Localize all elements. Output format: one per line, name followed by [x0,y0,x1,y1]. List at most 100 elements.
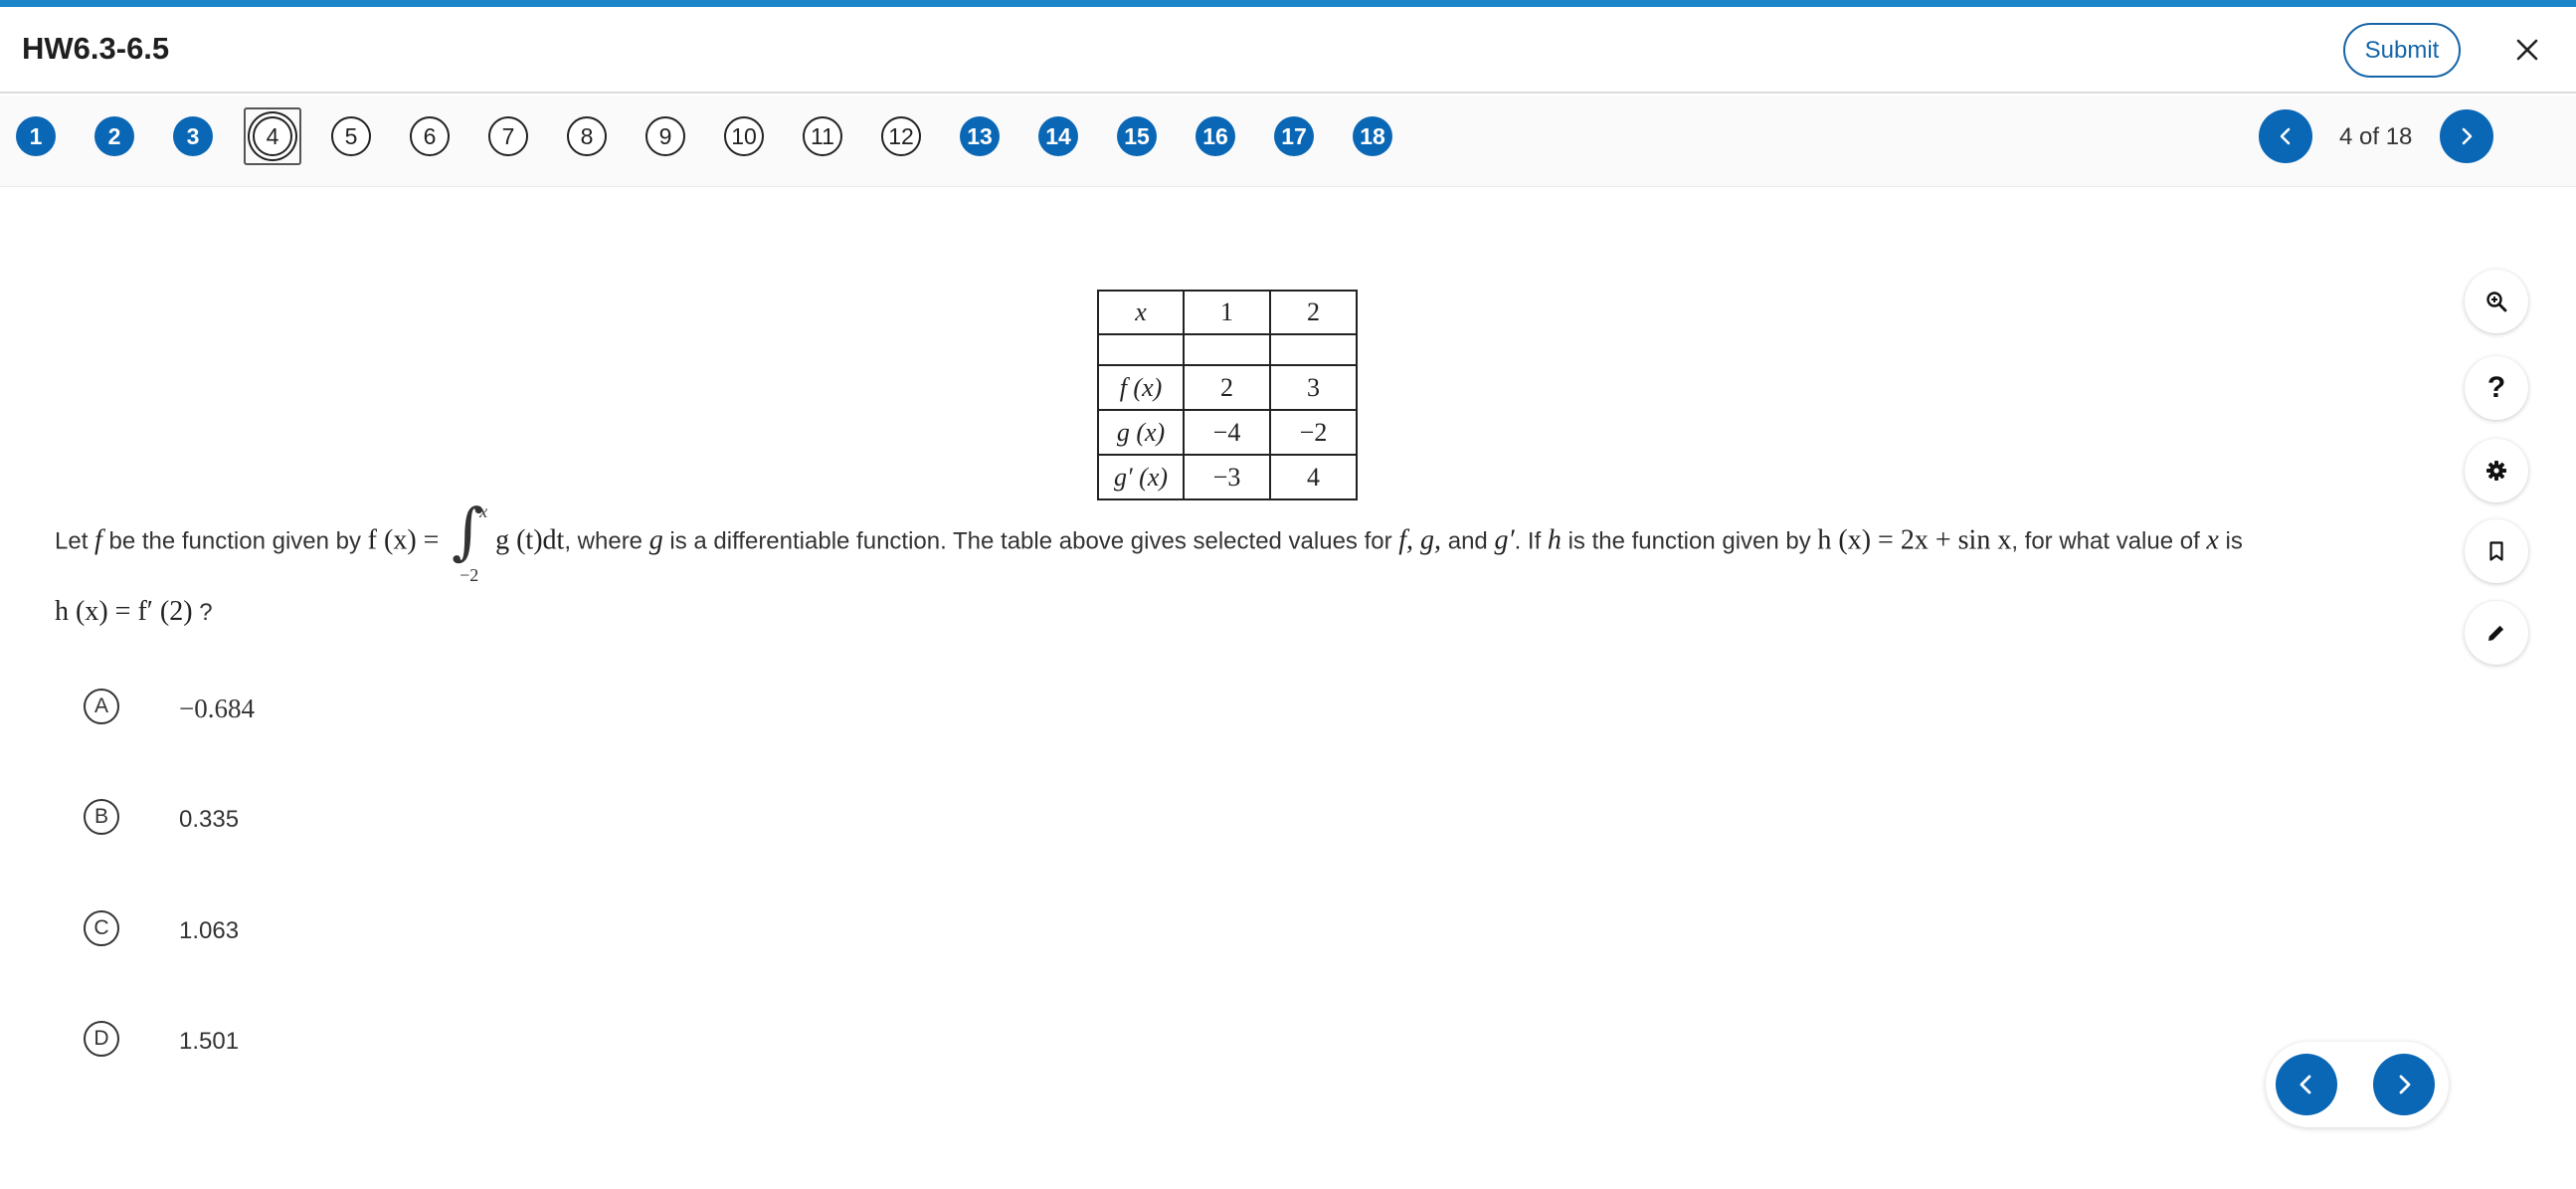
question-fragment: and [1441,527,1495,555]
table-cell [1269,333,1358,366]
close-icon[interactable] [2510,33,2544,67]
question-line-1: Let f be the function given by f (x) = ∫… [55,495,2243,585]
choice-value: −0.684 [179,694,255,723]
table-cell: 2 [1183,364,1271,411]
settings-icon [2486,461,2506,481]
choice-letter: C [84,910,119,946]
help-button[interactable]: ? [2465,356,2528,420]
table-cell: −4 [1183,409,1271,456]
choice-letter: D [84,1021,119,1057]
choice-value: 1.063 [179,917,240,944]
table-cell: x [1097,290,1185,335]
question-nav-3[interactable]: 3 [173,116,213,156]
question-nav-12[interactable]: 12 [881,116,921,156]
choice-value: 1.501 [179,1028,240,1055]
annotate-button[interactable] [2465,601,2528,665]
math-h-of-x: h (x) = 2x + sin x [1817,524,2012,556]
table-cell [1097,333,1185,366]
question-nav-6[interactable]: 6 [410,116,450,156]
table-row: g′ (x) −3 4 [1097,454,1358,500]
question-navigator: 1 2 3 4 5 6 7 8 9 10 11 12 13 14 15 16 1… [0,96,2576,187]
math-f: f [94,524,102,556]
chevron-right-icon [2399,1075,2411,1094]
question-nav-4[interactable]: 4 [253,116,292,156]
integral-upper-limit: x [479,501,488,521]
bottom-navigation [2266,1042,2449,1127]
question-nav-7[interactable]: 7 [488,116,528,156]
math-integrand: g (t)dt [495,524,565,556]
table-cell: g (x) [1097,409,1185,456]
question-fragment: ? [192,599,213,626]
question-nav-15[interactable]: 15 [1117,116,1157,156]
math-f-of-x: f (x) = [367,524,440,556]
table-cell: 4 [1269,454,1358,500]
chevron-right-icon [2462,127,2473,145]
question-nav-17[interactable]: 17 [1274,116,1314,156]
help-icon: ? [2486,371,2506,404]
choice-value: 0.335 [179,806,240,833]
math-g: g [648,524,663,556]
top-accent-bar [0,0,2576,7]
choice-a[interactable]: A −0.684 [84,689,780,728]
question-nav-10[interactable]: 10 [724,116,764,156]
question-nav-13[interactable]: 13 [960,116,1000,156]
integral-lower-limit: −2 [460,565,479,585]
zoom-in-button[interactable] [2465,270,2528,333]
question-nav-11[interactable]: 11 [803,116,842,156]
table-row: f (x) 2 3 [1097,364,1358,411]
question-nav-9[interactable]: 9 [645,116,685,156]
question-nav-18[interactable]: 18 [1353,116,1392,156]
table-cell: −2 [1269,409,1358,456]
question-nav-16[interactable]: 16 [1196,116,1235,156]
choice-letter: A [84,689,119,724]
math-g-prime: g′ [1494,524,1515,556]
table-cell: 1 [1183,290,1271,335]
question-fragment: is [2218,527,2243,555]
table-cell: 2 [1269,290,1358,335]
assignment-title: HW6.3-6.5 [22,31,170,66]
math-f-g: f, g, [1398,524,1442,556]
bookmark-icon [2489,541,2503,561]
question-nav-14[interactable]: 14 [1038,116,1078,156]
table-row [1097,333,1358,366]
choice-c[interactable]: C 1.063 [84,910,780,950]
table-row: g (x) −4 −2 [1097,409,1358,456]
pencil-icon [2488,625,2504,641]
question-line-2: h (x) = f′ (2) ? [55,598,213,626]
question-fragment: , for what value of [2011,527,2207,555]
submit-button[interactable]: Submit [2343,23,2461,78]
question-nav-2[interactable]: 2 [94,116,134,156]
choice-d[interactable]: D 1.501 [84,1021,780,1061]
question-fragment: is the function given by [1561,527,1818,555]
chevron-left-icon [2300,1075,2311,1094]
table-header-row: x 1 2 [1097,290,1358,335]
next-question-button[interactable] [2440,109,2493,163]
question-position: 4 of 18 [2339,123,2413,150]
question-fragment: Let [55,527,95,555]
question-fragment: , where [564,527,649,555]
chevron-left-icon [2280,127,2291,145]
question-fragment: . If [1514,527,1548,555]
bottom-next-button[interactable] [2373,1054,2435,1115]
math-x: x [2206,524,2219,556]
question-fragment: be the function given by [101,527,368,555]
question-nav-5[interactable]: 5 [331,116,371,156]
table-cell [1183,333,1271,366]
integral-symbol: ∫ x −2 [452,495,488,585]
question-nav-8[interactable]: 8 [567,116,607,156]
zoom-in-icon [2486,292,2507,312]
question-fragment: is a differentiable function. The table … [662,527,1399,555]
choice-b[interactable]: B 0.335 [84,799,780,839]
math-h: h [1547,524,1562,556]
header: HW6.3-6.5 Submit [0,7,2576,94]
choice-letter: B [84,799,119,835]
table-cell: f (x) [1097,364,1185,411]
previous-question-button[interactable] [2259,109,2312,163]
question-nav-1[interactable]: 1 [16,116,56,156]
bookmark-button[interactable] [2465,519,2528,583]
bottom-previous-button[interactable] [2276,1054,2337,1115]
math-h-equals-fprime: h (x) = f′ (2) [55,596,193,627]
table-cell: −3 [1183,454,1271,500]
settings-button[interactable] [2465,439,2528,502]
table-cell: g′ (x) [1097,454,1185,500]
